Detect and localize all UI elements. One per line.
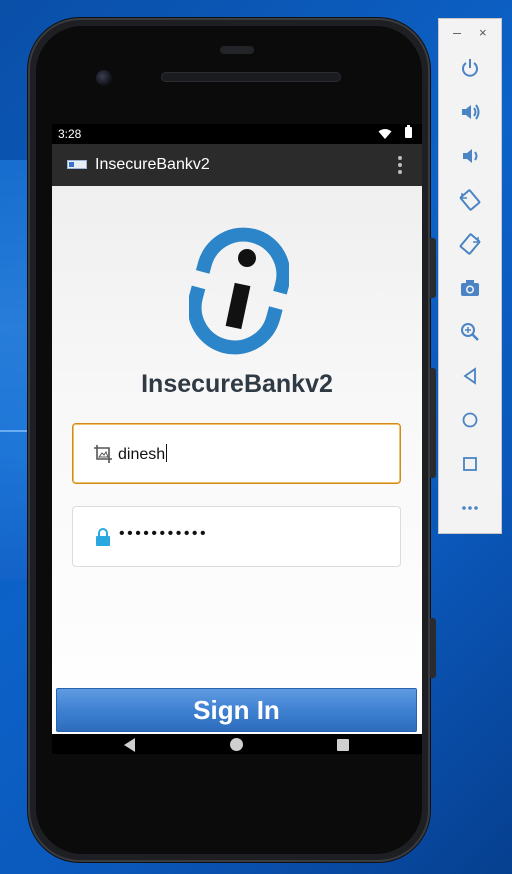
password-value: •••••••••••	[119, 525, 209, 542]
volume-up-icon[interactable]	[455, 97, 485, 127]
nav-home-icon[interactable]	[230, 738, 243, 751]
more-icon[interactable]	[455, 493, 485, 523]
insecurebank-logo	[189, 227, 289, 355]
overview-icon[interactable]	[455, 449, 485, 479]
front-camera	[96, 70, 112, 86]
rotate-right-icon[interactable]	[455, 229, 485, 259]
password-field[interactable]: •••••••••••	[72, 506, 401, 567]
username-value: dinesh	[118, 444, 168, 463]
text-cursor	[166, 444, 168, 462]
crop-icon	[94, 445, 112, 463]
lock-icon	[96, 528, 110, 546]
emulator-toolbar: ×	[438, 18, 502, 534]
app-icon	[67, 160, 87, 169]
login-screen: InsecureBankv2 dinesh ••••••••••• Sign I…	[52, 186, 422, 734]
app-title: InsecureBankv2	[95, 156, 210, 173]
power-icon[interactable]	[455, 53, 485, 83]
action-bar: InsecureBankv2	[52, 144, 422, 186]
wifi-icon	[378, 129, 392, 139]
status-bar: 3:28	[52, 124, 422, 144]
navigation-bar	[52, 734, 422, 754]
phone-frame: 3:28 InsecureBankv2 InsecureBankv2 dines…	[28, 18, 436, 862]
phone-bezel: 3:28 InsecureBankv2 InsecureBankv2 dines…	[36, 26, 422, 854]
sign-in-button[interactable]: Sign In	[56, 688, 417, 732]
brand-name: InsecureBankv2	[141, 370, 333, 398]
phone-side-button[interactable]	[430, 618, 436, 678]
username-field[interactable]: dinesh	[72, 423, 401, 484]
nav-back-icon[interactable]	[124, 738, 135, 752]
phone-side-button[interactable]	[430, 238, 436, 298]
emulator-window-controls: ×	[439, 19, 501, 49]
zoom-icon[interactable]	[455, 317, 485, 347]
phone-sensor	[220, 46, 254, 54]
nav-recents-icon[interactable]	[337, 739, 349, 751]
volume-down-icon[interactable]	[455, 141, 485, 171]
minimize-icon[interactable]	[453, 33, 461, 34]
overflow-menu-icon[interactable]	[398, 156, 402, 177]
battery-icon	[405, 125, 412, 138]
phone-speaker	[161, 72, 341, 82]
status-time: 3:28	[58, 127, 82, 141]
close-icon[interactable]: ×	[479, 25, 487, 40]
back-icon[interactable]	[455, 361, 485, 391]
home-icon[interactable]	[455, 405, 485, 435]
rotate-left-icon[interactable]	[455, 185, 485, 215]
device-screen: 3:28 InsecureBankv2 InsecureBankv2 dines…	[52, 124, 422, 754]
phone-side-button[interactable]	[430, 368, 436, 478]
screenshot-icon[interactable]	[455, 273, 485, 303]
